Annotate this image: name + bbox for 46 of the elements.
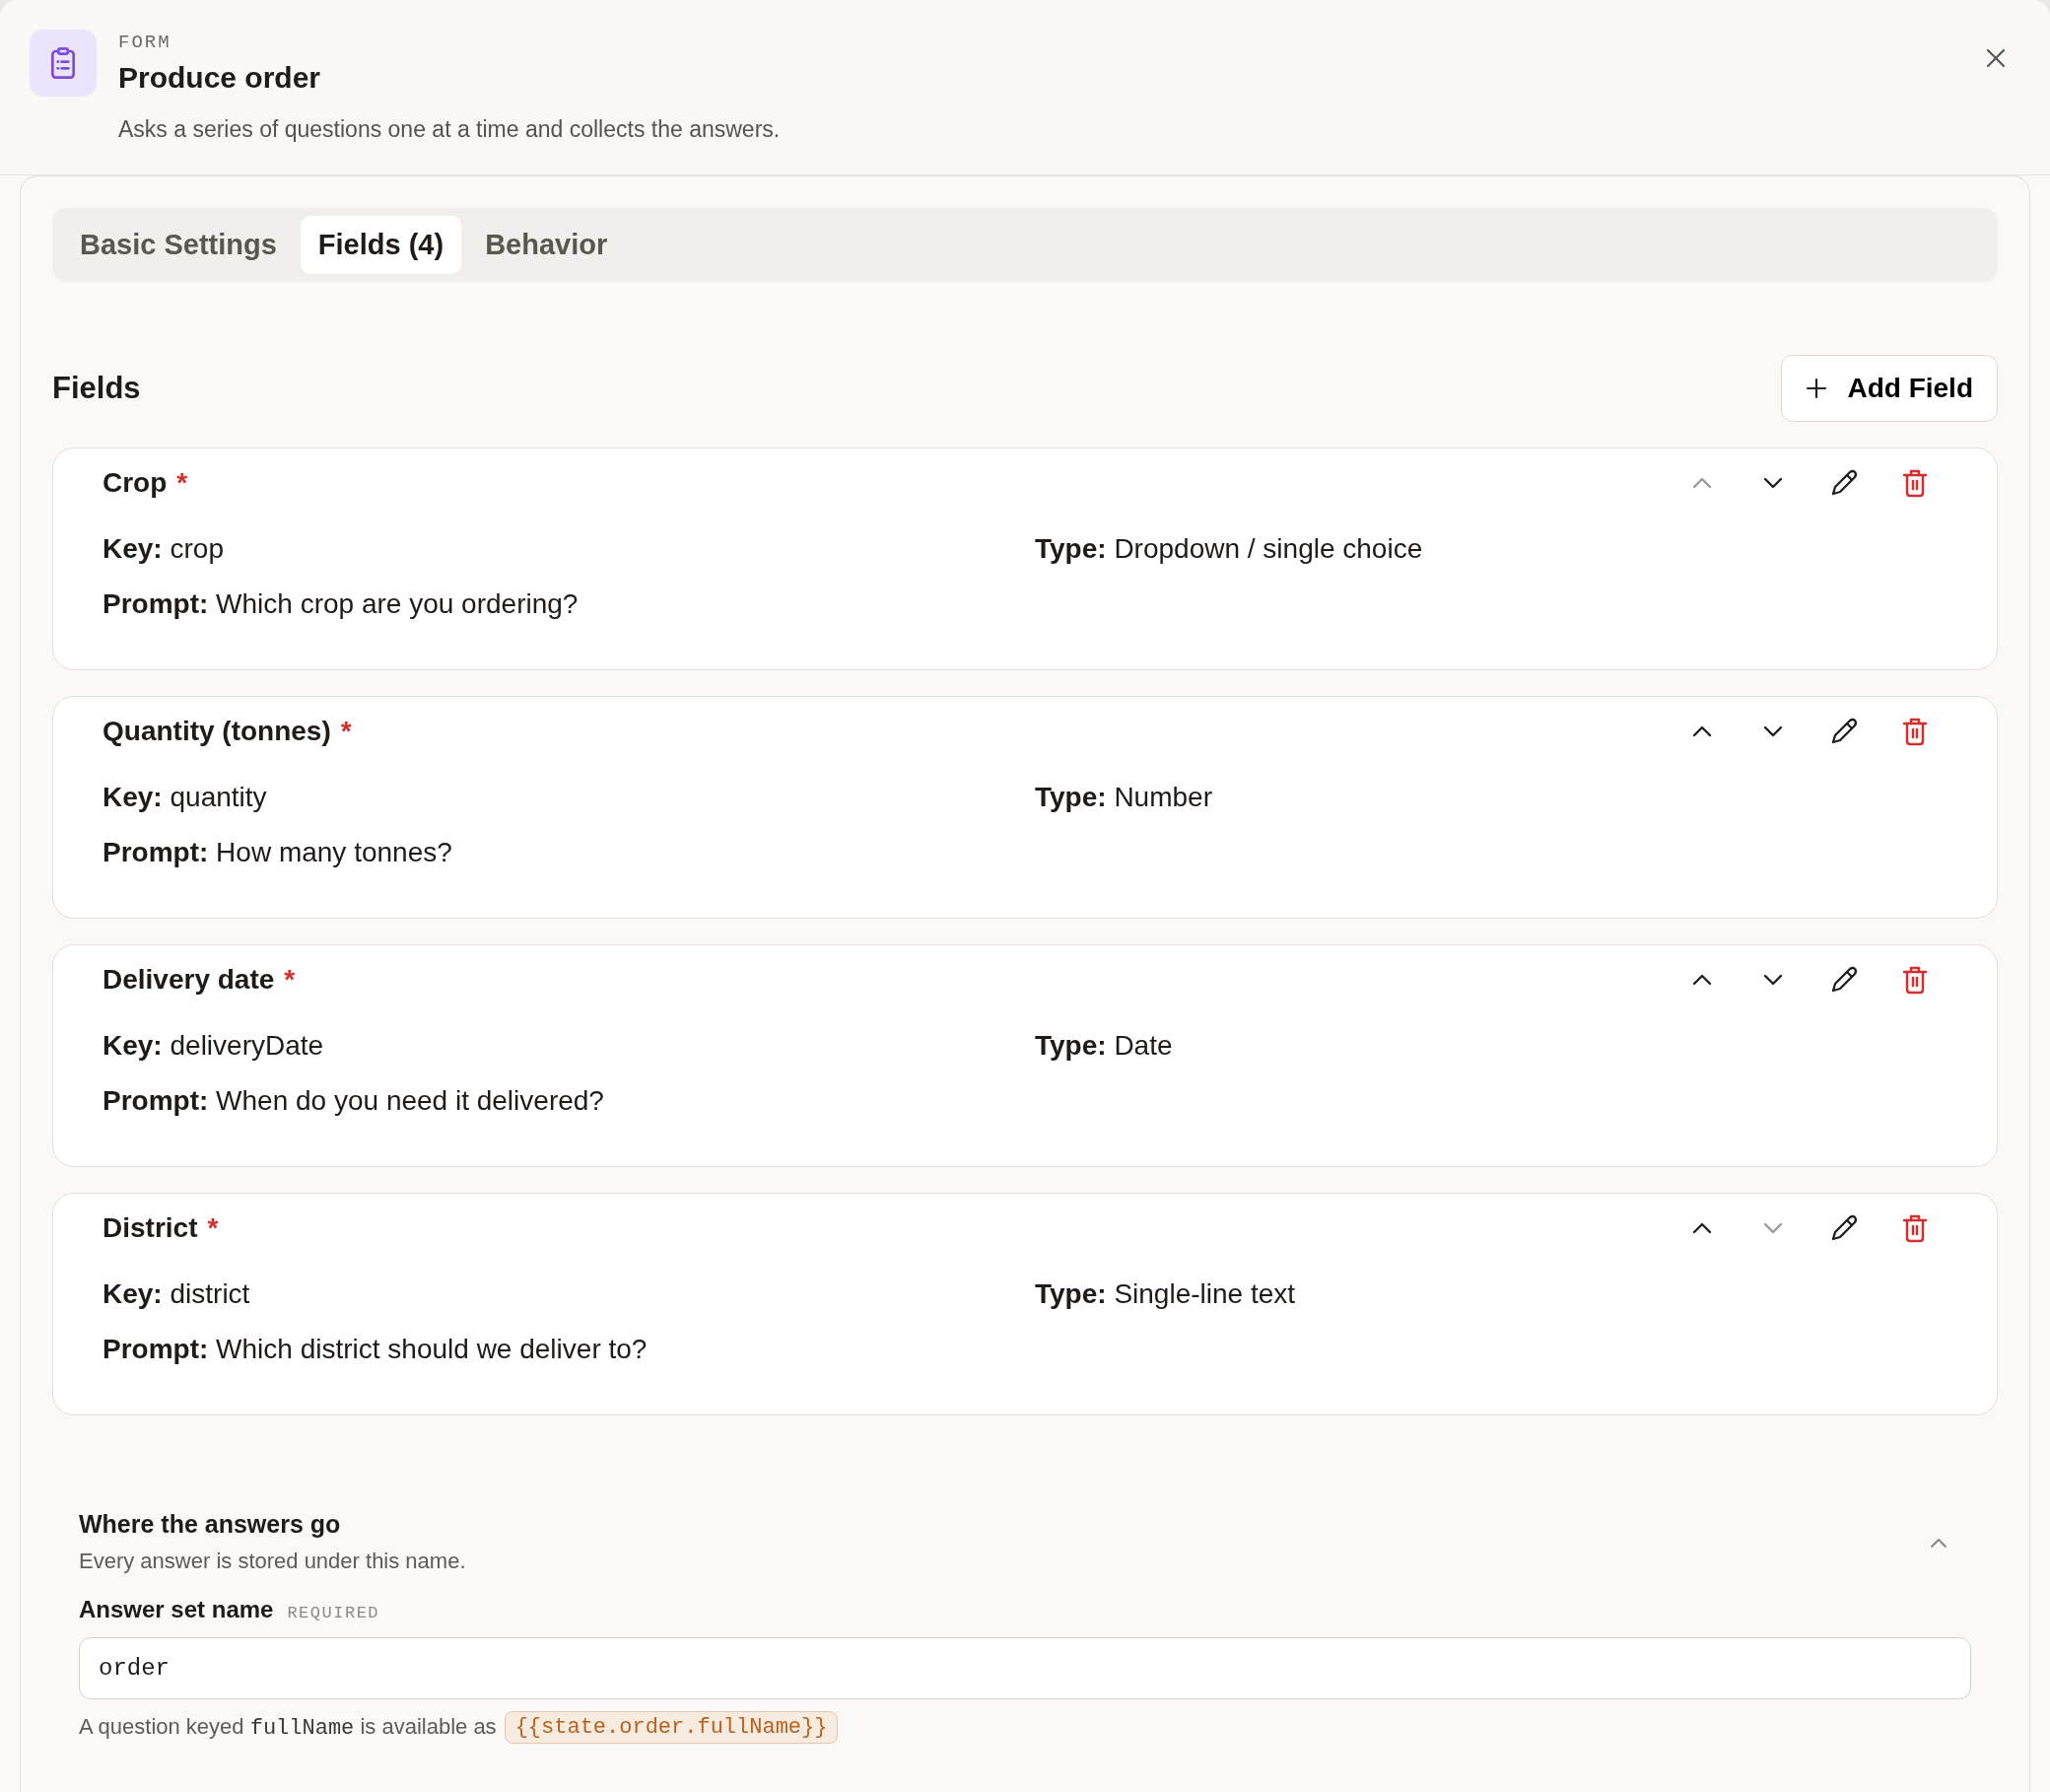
field-name: District (102, 1212, 198, 1244)
field-key: Key: quantity (102, 782, 1035, 813)
field-prompt: Prompt: How many tonnes? (102, 837, 453, 868)
tab[interactable]: Fields (4) (300, 216, 462, 274)
dialog-kind-label: FORM (118, 32, 172, 53)
field-type: Type: Dropdown / single choice (1035, 533, 1424, 565)
field-label: Answer set name (79, 1596, 274, 1623)
chevron-down-icon (1762, 476, 1784, 490)
required-marker: * (176, 467, 188, 499)
section-subtitle: Every answer is stored under this name. (79, 1549, 466, 1574)
helper-text: A question keyed fullName is available as (79, 1714, 497, 1741)
chevron-down-icon (1762, 973, 1784, 987)
input-field[interactable]: order (79, 1637, 1971, 1699)
field-type: Type: Number (1035, 782, 1213, 813)
field-name: Delivery date (102, 964, 275, 996)
clipboard-icon (30, 30, 97, 97)
chevron-up-icon (1929, 1536, 1948, 1549)
required-marker: * (207, 1212, 219, 1244)
section-title: Fields (52, 371, 141, 406)
section-title: Where the answers go (79, 1510, 342, 1539)
dialog-title: Produce order (118, 61, 322, 95)
add-field-button[interactable]: Add Field (1781, 355, 1998, 422)
chevron-up-icon (1691, 973, 1713, 987)
tab[interactable]: Behavior (467, 216, 626, 274)
field-name: Quantity (tonnes) (102, 716, 331, 747)
required-marker: * (284, 964, 296, 996)
field-type: Type: Single-line text (1035, 1278, 1297, 1310)
template-token: {{state.order.fullName}} (504, 1711, 839, 1744)
field-type: Type: Date (1035, 1030, 1174, 1062)
chevron-up-icon (1691, 476, 1713, 490)
dialog-description: Asks a series of questions one at a time and collects the answers. (118, 116, 781, 143)
field-prompt: Prompt: Which district should we deliver to? (102, 1334, 649, 1365)
tab[interactable]: Basic Settings (62, 216, 295, 274)
field-prompt: Prompt: Which crop are you ordering? (102, 588, 580, 620)
field-key: Key: district (102, 1278, 1035, 1310)
chevron-down-icon (1762, 1221, 1784, 1235)
field-key: Key: crop (102, 533, 1035, 565)
required-tag: REQUIRED (287, 1604, 380, 1622)
chevron-up-icon (1691, 1221, 1713, 1235)
plus-icon (1806, 378, 1828, 399)
field-name: Crop (102, 467, 168, 499)
chevron-down-icon (1762, 724, 1784, 738)
field-prompt: Prompt: When do you need it delivered? (102, 1085, 605, 1117)
required-marker: * (340, 716, 352, 747)
chevron-up-icon (1691, 724, 1713, 738)
field-key: Key: deliveryDate (102, 1030, 1035, 1062)
